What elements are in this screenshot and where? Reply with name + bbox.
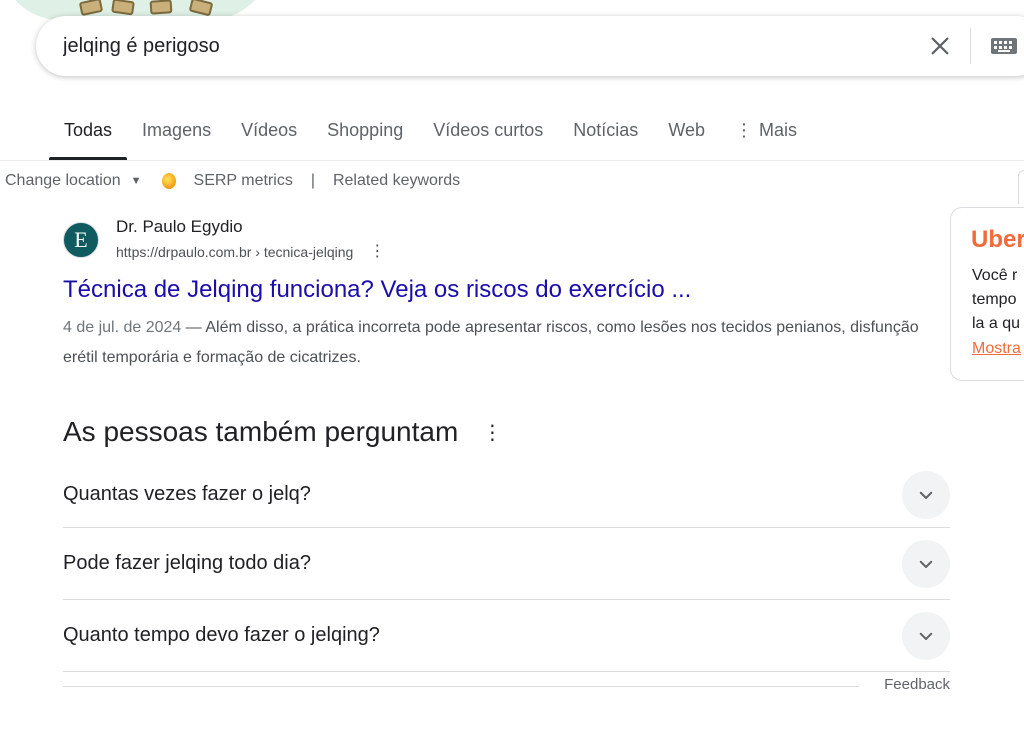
more-vert-icon[interactable]: ⋮ <box>369 244 385 260</box>
paa-question[interactable]: Quantas vezes fazer o jelq? <box>63 462 950 528</box>
doodle-tile <box>149 0 173 15</box>
caret-down-icon[interactable]: ▼ <box>131 175 142 187</box>
paa-heading: As pessoas também perguntam ⋮ <box>63 412 950 452</box>
side-card-title: Uber <box>971 226 1024 253</box>
site-name: Dr. Paulo Egydio <box>116 217 243 236</box>
clear-search-button[interactable] <box>924 30 956 62</box>
side-card-line: Você r <box>972 267 1018 284</box>
tab-todas[interactable]: Todas <box>49 108 128 160</box>
more-vert-icon: ⋮ <box>735 120 753 140</box>
side-card-link[interactable]: Mostra <box>972 340 1021 358</box>
result-snippet: 4 de jul. de 2024 — Além disso, a prátic… <box>63 313 933 373</box>
side-ad-card[interactable]: Uber Você r tempo la a qu Mostra <box>950 207 1024 381</box>
chevron-down-icon <box>919 491 933 499</box>
site-info: Dr. Paulo Egydio https://drpaulo.com.br … <box>116 216 385 262</box>
paa-question-text: Quanto tempo devo fazer o jelqing? <box>63 624 380 646</box>
search-input[interactable] <box>63 32 883 60</box>
side-card-line: la a qu <box>972 315 1021 332</box>
side-card-text: Você r tempo la a qu <box>972 264 1024 336</box>
site-url: https://drpaulo.com.br › tecnica-jelqing <box>116 244 354 260</box>
result-date: 4 de jul. de 2024 <box>63 319 182 336</box>
related-keywords-link[interactable]: Related keywords <box>333 172 460 190</box>
tab-noticias[interactable]: Notícias <box>558 108 653 160</box>
tab-videos-curtos[interactable]: Vídeos curtos <box>418 108 558 160</box>
tab-mais[interactable]: ⋮ Mais <box>720 108 812 160</box>
tab-label: Mais <box>759 120 798 140</box>
extension-separator: | <box>310 172 315 189</box>
site-url-row: https://drpaulo.com.br › tecnica-jelqing… <box>116 242 385 262</box>
expand-button[interactable] <box>902 470 950 519</box>
keyboard-icon <box>991 38 1017 54</box>
site-favicon: E <box>63 222 99 258</box>
change-location-link[interactable]: Change location <box>5 172 121 190</box>
people-also-ask: As pessoas também perguntam ⋮ Quantas ve… <box>63 412 950 693</box>
tabs-divider <box>0 160 1024 161</box>
tab-label: Notícias <box>573 120 639 140</box>
paa-question[interactable]: Pode fazer jelqing todo dia? <box>63 528 950 600</box>
tab-web[interactable]: Web <box>653 108 720 160</box>
extension-bar: Change location ▼ SERP metrics | Related… <box>5 170 460 192</box>
feedback-link[interactable]: Feedback <box>884 676 950 693</box>
search-results-page: Todas Imagens Vídeos Shopping Vídeos cur… <box>0 0 1024 748</box>
chevron-down-icon <box>919 560 933 568</box>
search-tabs: Todas Imagens Vídeos Shopping Vídeos cur… <box>49 108 812 160</box>
paa-title: As pessoas também perguntam <box>63 416 459 447</box>
tab-label: Shopping <box>327 120 404 140</box>
side-card-line: tempo <box>972 291 1017 308</box>
feedback-divider <box>63 686 859 687</box>
doodle-tile <box>111 0 135 16</box>
doodle-tile <box>188 0 214 17</box>
close-icon <box>931 37 949 55</box>
keyboard-button[interactable] <box>988 34 1020 58</box>
paa-feedback-row: Feedback <box>63 676 950 696</box>
tab-imagens[interactable]: Imagens <box>127 108 226 160</box>
paa-list: Quantas vezes fazer o jelq? Pode fazer j… <box>63 462 950 672</box>
tab-label: Todas <box>64 120 113 140</box>
expand-button[interactable] <box>902 539 950 588</box>
tab-label: Imagens <box>142 120 212 140</box>
snippet-text: — Além disso, a prática incorreta pode a… <box>63 319 919 366</box>
tab-shopping[interactable]: Shopping <box>312 108 418 160</box>
search-bar-divider <box>970 28 971 64</box>
paa-question-text: Quantas vezes fazer o jelq? <box>63 483 311 505</box>
search-bar <box>36 16 1024 76</box>
paa-question[interactable]: Quanto tempo devo fazer o jelqing? <box>63 600 950 672</box>
side-panel-edge <box>1018 170 1024 204</box>
result-site-row[interactable]: E Dr. Paulo Egydio https://drpaulo.com.b… <box>63 216 933 262</box>
serp-metrics-icon <box>161 173 176 189</box>
doodle-tile <box>78 0 104 17</box>
chevron-down-icon <box>919 632 933 640</box>
tab-label: Web <box>668 120 705 140</box>
tab-label: Vídeos curtos <box>433 120 544 140</box>
tab-videos[interactable]: Vídeos <box>226 108 312 160</box>
tab-label: Vídeos <box>241 120 298 140</box>
result-title-link[interactable]: Técnica de Jelqing funciona? Veja os ris… <box>63 275 933 305</box>
serp-metrics-link[interactable]: SERP metrics <box>194 172 293 190</box>
search-result: E Dr. Paulo Egydio https://drpaulo.com.b… <box>63 216 933 373</box>
more-vert-icon[interactable]: ⋮ <box>482 420 502 445</box>
paa-question-text: Pode fazer jelqing todo dia? <box>63 552 311 574</box>
expand-button[interactable] <box>902 611 950 660</box>
